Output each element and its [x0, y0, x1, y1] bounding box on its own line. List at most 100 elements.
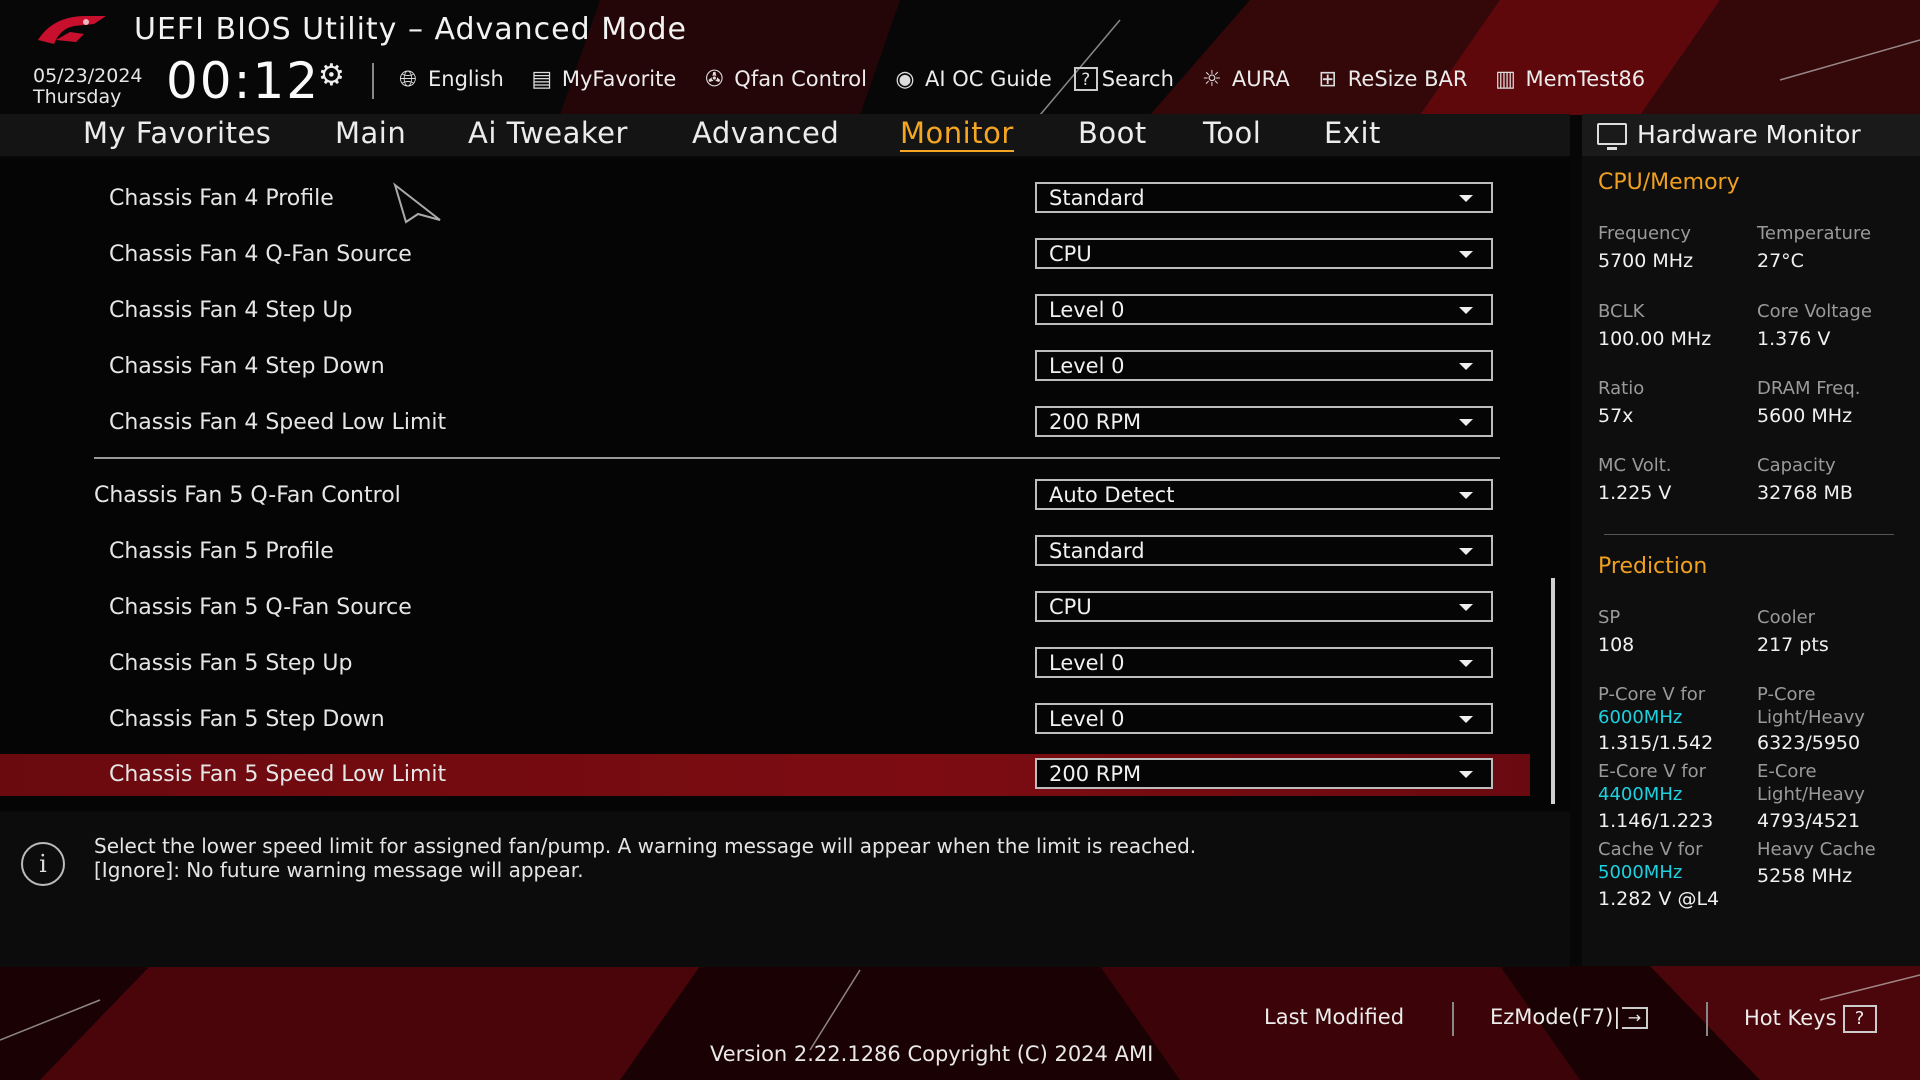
pcore-lh-value: 6323/5950 [1757, 732, 1861, 754]
aura-button[interactable]: ☼ AURA [1196, 67, 1290, 92]
core-voltage-label: Core Voltage [1757, 301, 1872, 322]
resize-bar-button[interactable]: ⊞ ReSize BAR [1312, 67, 1468, 92]
temperature-label: Temperature [1757, 223, 1872, 244]
mc-volt-value: 1.225 V [1598, 482, 1672, 504]
setting-dropdown[interactable]: Standard [1035, 182, 1493, 213]
language-button[interactable]: 🌐︎ English [392, 67, 504, 92]
clock-settings-gear-icon[interactable]: ⚙ [318, 58, 345, 93]
clock-display: 00:12 [166, 52, 321, 110]
setting-row[interactable]: Chassis Fan 4 Step Up Level 0 [0, 290, 1530, 336]
ai-oc-icon: ◉ [895, 66, 915, 92]
tab-advanced[interactable]: Advanced [692, 116, 839, 150]
ecore-v-value: 1.146/1.223 [1598, 810, 1714, 832]
aura-light-icon: ☼ [1202, 66, 1222, 92]
chevron-down-icon [1459, 195, 1473, 202]
pcore-lh-label-1: P-Core [1757, 684, 1816, 705]
setting-row[interactable]: Chassis Fan 4 Q-Fan Source CPU [0, 234, 1530, 280]
setting-label: Chassis Fan 5 Speed Low Limit [109, 762, 447, 787]
setting-dropdown[interactable]: Standard [1035, 535, 1493, 566]
scrollbar[interactable] [1551, 578, 1555, 804]
prediction-heading: Prediction [1598, 554, 1708, 579]
core-voltage-value: 1.376 V [1757, 328, 1831, 350]
myfavorite-button[interactable]: ▤ MyFavorite [526, 67, 676, 92]
setting-label: Chassis Fan 4 Step Up [109, 298, 353, 323]
monitor-icon [1597, 123, 1627, 150]
tab-tool[interactable]: Tool [1203, 116, 1261, 150]
setting-row-selected[interactable]: Chassis Fan 5 Speed Low Limit 200 RPM [0, 754, 1530, 796]
setting-label: Chassis Fan 4 Profile [109, 186, 334, 211]
favorite-list-icon: ▤ [531, 66, 553, 92]
chevron-down-icon [1459, 548, 1473, 555]
ratio-label: Ratio [1598, 378, 1645, 399]
dropdown-value: Level 0 [1049, 354, 1125, 378]
qfan-control-button[interactable]: ✇ Qfan Control [698, 67, 867, 92]
chevron-down-icon [1459, 716, 1473, 723]
sp-value: 108 [1598, 634, 1635, 656]
bclk-value: 100.00 MHz [1598, 328, 1712, 350]
setting-row[interactable]: Chassis Fan 4 Speed Low Limit 200 RPM [0, 402, 1530, 448]
ecore-lh-value: 4793/4521 [1757, 810, 1861, 832]
setting-label: Chassis Fan 5 Q-Fan Source [109, 595, 412, 620]
tab-ai-tweaker[interactable]: Ai Tweaker [468, 116, 628, 150]
setting-row[interactable]: Chassis Fan 5 Q-Fan Control Auto Detect [0, 475, 1530, 521]
ezmode-button[interactable]: EzMode(F7)| → [1490, 1005, 1649, 1029]
search-button[interactable]: ? Search [1073, 67, 1174, 91]
header-bar: UEFI BIOS Utility – Advanced Mode 05/23/… [0, 0, 1920, 115]
setting-dropdown[interactable]: Level 0 [1035, 703, 1493, 734]
setting-row[interactable]: Chassis Fan 5 Step Up Level 0 [0, 643, 1530, 689]
weekday-display: Thursday [33, 86, 122, 108]
footer-separator [1706, 1002, 1708, 1036]
setting-dropdown[interactable]: CPU [1035, 238, 1493, 269]
setting-row[interactable]: Chassis Fan 5 Q-Fan Source CPU [0, 587, 1530, 633]
chevron-down-icon [1459, 604, 1473, 611]
rog-logo-icon [38, 16, 106, 44]
version-text: Version 2.22.1286 Copyright (C) 2024 AMI [710, 1042, 1154, 1066]
ecore-lh-label-1: E-Core [1757, 761, 1817, 782]
setting-dropdown[interactable]: Auto Detect [1035, 479, 1493, 510]
tab-monitor[interactable]: Monitor [900, 116, 1014, 152]
sp-label: SP [1598, 607, 1621, 628]
setting-label: Chassis Fan 4 Q-Fan Source [109, 242, 412, 267]
setting-dropdown[interactable]: 200 RPM [1035, 406, 1493, 437]
date-display: 05/23/2024 [33, 65, 143, 87]
frequency-value: 5700 MHz [1598, 250, 1694, 272]
setting-row[interactable]: Chassis Fan 4 Profile Standard [0, 178, 1530, 224]
memory-icon: ▥ [1495, 66, 1516, 92]
temperature-value: 27°C [1757, 250, 1804, 272]
dropdown-value: Standard [1049, 539, 1145, 563]
resize-bar-icon: ⊞ [1318, 66, 1337, 92]
setting-row[interactable]: Chassis Fan 5 Step Down Level 0 [0, 699, 1530, 745]
tab-main[interactable]: Main [335, 116, 406, 150]
setting-dropdown[interactable]: CPU [1035, 591, 1493, 622]
setting-row[interactable]: Chassis Fan 4 Step Down Level 0 [0, 346, 1530, 392]
cache-v-value: 1.282 V @L4 [1598, 888, 1720, 910]
setting-dropdown[interactable]: Level 0 [1035, 294, 1493, 325]
pcore-v-value: 1.315/1.542 [1598, 732, 1714, 754]
tab-boot[interactable]: Boot [1078, 116, 1147, 150]
memtest86-button[interactable]: ▥ MemTest86 [1489, 67, 1645, 92]
cache-v-label: Cache V for [1598, 839, 1703, 860]
hot-keys-button[interactable]: Hot Keys? [1744, 1005, 1877, 1033]
section-divider [94, 457, 1500, 459]
setting-dropdown[interactable]: Level 0 [1035, 350, 1493, 381]
capacity-value: 32768 MB [1757, 482, 1853, 504]
last-modified-button[interactable]: Last Modified [1264, 1005, 1404, 1029]
help-text-line-2: [Ignore]: No future warning message will… [94, 858, 584, 882]
setting-row[interactable]: Chassis Fan 5 Profile Standard [0, 531, 1530, 577]
tab-my-favorites[interactable]: My Favorites [83, 116, 271, 150]
chevron-down-icon [1459, 251, 1473, 258]
hardware-monitor-title: Hardware Monitor [1637, 120, 1861, 149]
dropdown-value: CPU [1049, 242, 1092, 266]
setting-label: Chassis Fan 5 Profile [109, 539, 334, 564]
dropdown-value: Level 0 [1049, 707, 1125, 731]
capacity-label: Capacity [1757, 455, 1836, 476]
setting-dropdown[interactable]: 200 RPM [1035, 758, 1493, 789]
cooler-label: Cooler [1757, 607, 1816, 628]
frequency-label: Frequency [1598, 223, 1691, 244]
setting-dropdown[interactable]: Level 0 [1035, 647, 1493, 678]
tab-exit[interactable]: Exit [1324, 116, 1381, 150]
help-text-line-1: Select the lower speed limit for assigne… [94, 834, 1197, 858]
ai-oc-guide-button[interactable]: ◉ AI OC Guide [889, 66, 1051, 92]
ezmode-label: EzMode(F7)| [1490, 1005, 1621, 1029]
header-separator [372, 63, 374, 99]
